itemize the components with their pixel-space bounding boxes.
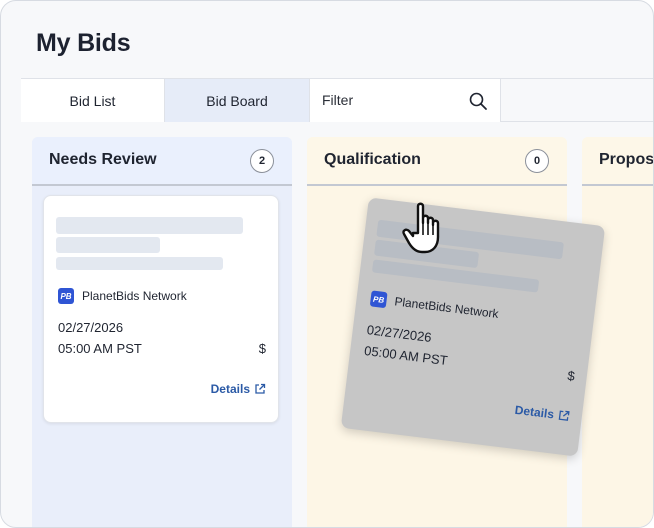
- bid-date: 02/27/2026: [58, 320, 124, 335]
- network-name: PlanetBids Network: [82, 289, 187, 303]
- planetbids-logo-icon: PB: [369, 290, 388, 309]
- dragged-bid-card[interactable]: PB PlanetBids Network 02/27/2026 05:00 A…: [340, 197, 606, 457]
- column-title: Proposa: [599, 151, 654, 168]
- bid-date: 02/27/2026: [365, 322, 433, 345]
- column-header: Qualification 0: [307, 137, 567, 186]
- filter-input[interactable]: [322, 90, 462, 110]
- column-header: Proposa: [582, 137, 654, 186]
- network-name: PlanetBids Network: [393, 294, 500, 321]
- planetbids-logo-icon: PB: [58, 288, 74, 304]
- details-label: Details: [210, 382, 250, 396]
- page-title: My Bids: [36, 29, 131, 57]
- count-badge: 0: [525, 149, 549, 173]
- details-link[interactable]: Details: [514, 403, 571, 424]
- external-link-icon: [255, 383, 266, 394]
- column-proposal: Proposa: [582, 137, 654, 527]
- bid-amount: $: [258, 341, 266, 356]
- tab-bid-list[interactable]: Bid List: [21, 79, 165, 122]
- skeleton-line: [56, 237, 160, 253]
- column-title: Needs Review: [49, 151, 157, 168]
- details-label: Details: [514, 402, 555, 422]
- bid-time: 05:00 AM PST: [363, 342, 449, 369]
- bid-card[interactable]: PB PlanetBids Network 02/27/2026 05:00 A…: [43, 195, 279, 423]
- details-link[interactable]: Details: [211, 382, 266, 396]
- column-title: Qualification: [324, 151, 421, 168]
- skeleton-line: [56, 257, 223, 270]
- count-badge: 2: [250, 149, 274, 173]
- tab-bid-board[interactable]: Bid Board: [165, 79, 310, 122]
- column-header: Needs Review 2: [32, 137, 292, 186]
- bid-time: 05:00 AM PST: [58, 341, 142, 356]
- external-link-icon: [558, 410, 570, 421]
- filter-box: [310, 79, 501, 122]
- bid-amount: $: [566, 367, 576, 384]
- toolbar: Bid List Bid Board: [21, 78, 653, 122]
- skeleton-line: [56, 217, 243, 234]
- hand-pointer-icon: [402, 202, 440, 254]
- app-window: My Bids Bid List Bid Board Needs Review …: [0, 0, 654, 528]
- search-icon[interactable]: [468, 91, 488, 111]
